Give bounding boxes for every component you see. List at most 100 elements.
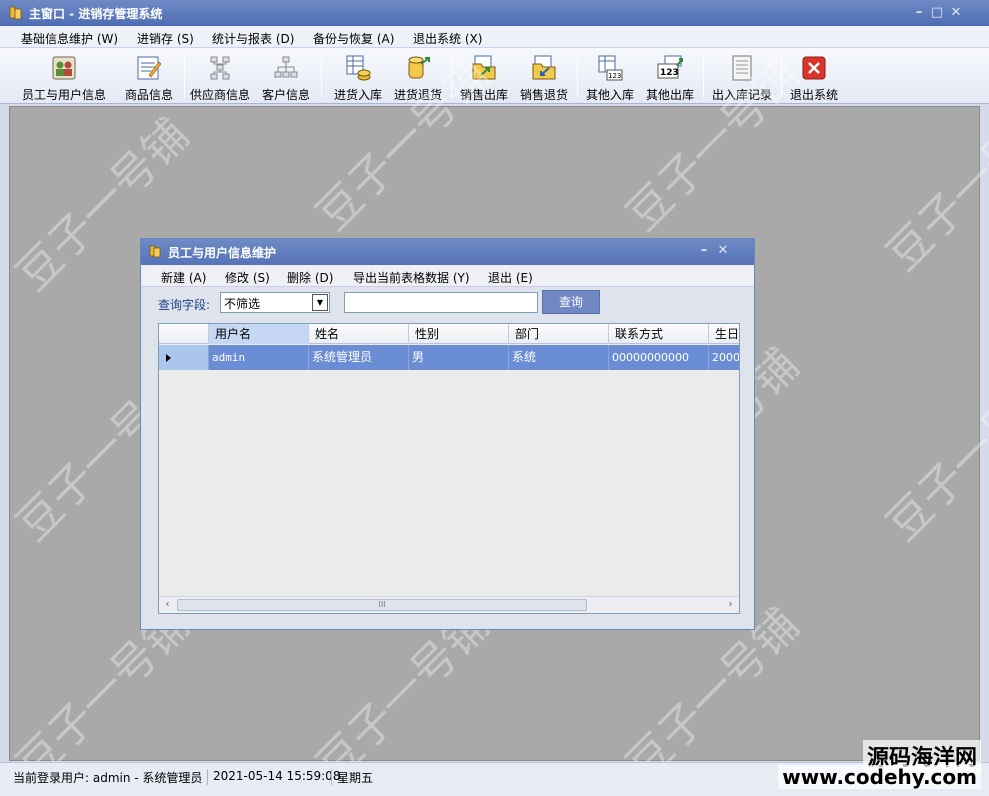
grid-header: 用户名 姓名 性别 部门 联系方式 生日 [159, 324, 739, 344]
toolbar-purchase-in-button[interactable]: 进货入库 [328, 52, 388, 102]
toolbar-supplier-button[interactable]: 供应商信息 [187, 52, 253, 102]
scroll-right-icon[interactable]: › [723, 598, 738, 612]
toolbar-other-in-button[interactable]: 123 其他入库 [582, 52, 638, 102]
close-red-icon [802, 56, 826, 80]
app-folder-icon [9, 6, 22, 20]
pencil-doc-icon [137, 56, 161, 80]
status-datetime: 2021-05-14 15:59:08 [213, 769, 341, 783]
cell-birthday[interactable]: 2000/ [709, 345, 739, 370]
query-input[interactable] [344, 292, 538, 313]
chevron-down-icon[interactable]: ▼ [312, 294, 328, 311]
column-header-name[interactable]: 姓名 [309, 324, 409, 344]
query-button[interactable]: 查询 [542, 290, 600, 314]
toolbar-separator [577, 54, 578, 98]
scroll-thumb[interactable]: III [177, 599, 587, 611]
user-data-grid[interactable]: 用户名 姓名 性别 部门 联系方式 生日 admin 系统管理员 男 系统 00… [158, 323, 740, 614]
row-header[interactable] [159, 345, 209, 370]
toolbar-separator [781, 54, 782, 98]
window-title: 主窗口 - 进销存管理系统 [29, 7, 163, 21]
123-up-icon: 123 [657, 55, 683, 79]
main-menubar: 基础信息维护 (W) 进销存 (S) 统计与报表 (D) 备份与恢复 (A) 退… [0, 26, 989, 48]
menu-dialog-exit[interactable]: 退出 (E) [488, 269, 533, 286]
horizontal-scrollbar[interactable]: ‹ III › [159, 596, 739, 613]
menu-export[interactable]: 导出当前表格数据 (Y) [353, 269, 470, 286]
document-icon [732, 55, 752, 81]
users-icon [52, 56, 76, 80]
toolbar-sales-out-button[interactable]: 销售出库 [456, 52, 512, 102]
toolbar-label: 销售出库 [459, 88, 508, 102]
org-chart-icon [210, 56, 230, 80]
toolbar-separator [321, 54, 322, 98]
scroll-left-icon[interactable]: ‹ [160, 598, 175, 612]
column-header-gender[interactable]: 性别 [409, 324, 509, 344]
column-header-department[interactable]: 部门 [509, 324, 609, 344]
org-chart-icon [274, 56, 298, 78]
menu-edit[interactable]: 修改 (S) [225, 269, 270, 286]
toolbar-label: 供应商信息 [189, 88, 250, 102]
site-watermark-url: www.codehy.com [778, 765, 981, 789]
toolbar-other-out-button[interactable]: 123 其他出库 [642, 52, 698, 102]
menu-exit[interactable]: 退出系统 (X) [413, 30, 482, 47]
cell-contact[interactable]: 00000000000 [609, 345, 709, 370]
toolbar-separator [184, 54, 185, 98]
status-divider [207, 769, 208, 785]
dialog-title: 员工与用户信息维护 [168, 246, 277, 260]
dialog-menubar: 新建 (A) 修改 (S) 删除 (D) 导出当前表格数据 (Y) 退出 (E) [141, 265, 754, 287]
cell-username[interactable]: admin [209, 345, 309, 370]
toolbar-users-button[interactable]: 员工与用户信息 [18, 52, 110, 102]
toolbar-label: 其他出库 [645, 88, 694, 102]
column-header-birthday[interactable]: 生日 [709, 324, 739, 344]
toolbar-label: 销售退货 [519, 88, 568, 102]
menu-backup[interactable]: 备份与恢复 (A) [313, 30, 394, 47]
toolbar-label: 客户信息 [261, 88, 310, 102]
maximize-icon[interactable]: □ [929, 5, 945, 21]
employee-user-dialog: 员工与用户信息维护 – ✕ 新建 (A) 修改 (S) 删除 (D) 导出当前表… [140, 238, 755, 630]
toolbar-sales-return-button[interactable]: 销售退货 [516, 52, 572, 102]
toolbar-label: 其他入库 [585, 88, 634, 102]
grid-corner [159, 324, 209, 344]
toolbar-customer-button[interactable]: 客户信息 [257, 52, 315, 102]
column-header-username[interactable]: 用户名 [209, 324, 309, 344]
column-header-contact[interactable]: 联系方式 [609, 324, 709, 344]
toolbar-label: 出入库记录 [711, 88, 772, 102]
dialog-titlebar: 员工与用户信息维护 – ✕ [141, 239, 754, 265]
query-field-label: 查询字段: [158, 298, 211, 312]
status-current-user: 当前登录用户: admin - 系统管理员 [13, 771, 203, 785]
menu-basic-info[interactable]: 基础信息维护 (W) [21, 30, 118, 47]
dialog-minimize-icon[interactable]: – [696, 243, 712, 259]
svg-text:123: 123 [608, 72, 621, 80]
coins-arrow-icon [408, 56, 430, 79]
row-pointer-icon [166, 354, 171, 362]
toolbar-separator [451, 54, 452, 98]
query-field-select[interactable]: 不筛选 ▼ [220, 292, 330, 313]
toolbar-purchase-return-button[interactable]: 进货退货 [390, 52, 446, 102]
toolbar-label: 退出系统 [789, 88, 838, 102]
toolbar-separator [703, 54, 704, 98]
dialog-folder-icon [149, 245, 161, 258]
grid-123-icon: 123 [598, 55, 623, 81]
menu-new[interactable]: 新建 (A) [161, 269, 206, 286]
toolbar-goods-button[interactable]: 商品信息 [118, 52, 180, 102]
query-field-value: 不筛选 [224, 297, 261, 311]
grid-coins-icon [346, 55, 371, 81]
toolbar-label: 员工与用户信息 [21, 88, 106, 102]
folder-down-icon [532, 55, 556, 80]
minimize-icon[interactable]: – [911, 5, 927, 21]
cell-name[interactable]: 系统管理员 [309, 345, 409, 370]
status-divider [331, 769, 332, 785]
cell-department[interactable]: 系统 [509, 345, 609, 370]
menu-inventory[interactable]: 进销存 (S) [137, 30, 194, 47]
svg-text:123: 123 [660, 68, 679, 78]
menu-statistics[interactable]: 统计与报表 (D) [212, 30, 294, 47]
toolbar-label: 商品信息 [124, 88, 173, 102]
cell-gender[interactable]: 男 [409, 345, 509, 370]
close-icon[interactable]: ✕ [948, 5, 964, 21]
toolbar-exit-button[interactable]: 退出系统 [786, 52, 842, 102]
toolbar-label: 进货入库 [333, 88, 382, 102]
toolbar-records-button[interactable]: 出入库记录 [708, 52, 776, 102]
toolbar-label: 进货退货 [393, 88, 442, 102]
menu-delete[interactable]: 删除 (D) [287, 269, 333, 286]
main-titlebar: 主窗口 - 进销存管理系统 – □ ✕ [0, 0, 989, 26]
table-row[interactable]: admin 系统管理员 男 系统 00000000000 2000/ [159, 345, 739, 370]
dialog-close-icon[interactable]: ✕ [715, 243, 731, 259]
